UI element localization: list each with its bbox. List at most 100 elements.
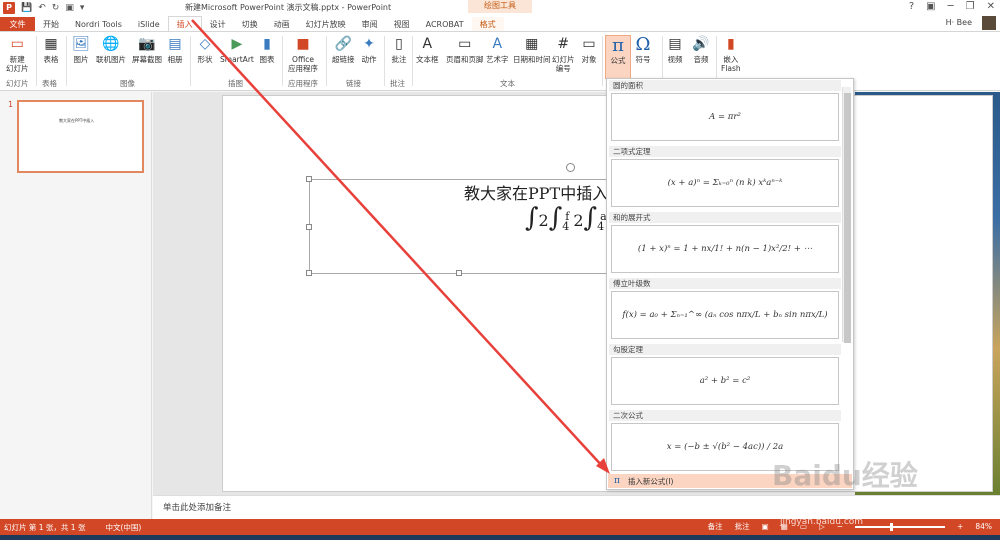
tab-review[interactable]: 审阅 <box>354 17 386 32</box>
insert-new-equation-label: 插入新公式(I) <box>627 476 674 486</box>
tab-animations[interactable]: 动画 <box>266 17 298 32</box>
save-icon[interactable]: 💾 <box>21 3 32 13</box>
tab-slideshow[interactable]: 幻灯片放映 <box>298 17 354 32</box>
scrollbar-thumb[interactable] <box>844 93 851 343</box>
rotate-handle[interactable] <box>566 163 575 172</box>
office-apps-icon: ■ <box>296 35 310 52</box>
picture-button[interactable]: 🖼 图片 <box>72 35 90 65</box>
omega-icon: Ω <box>635 33 651 55</box>
header-footer-button[interactable]: ▭ 页眉和页脚 <box>446 35 484 65</box>
wordart-button[interactable]: A 艺术字 <box>486 35 509 65</box>
gallery-scrollbar[interactable] <box>842 87 851 343</box>
pi-icon: π <box>614 476 620 486</box>
comment-button[interactable]: ▯ 批注 <box>390 35 408 65</box>
group-slides-label: 幻灯片 <box>6 79 29 88</box>
video-button[interactable]: ▤ 视频 <box>666 35 684 65</box>
screenshot-icon: 📷 <box>138 35 156 52</box>
avatar[interactable] <box>982 16 996 30</box>
datetime-button[interactable]: ▦ 日期和时间 <box>513 35 551 65</box>
new-slide-button[interactable]: ▭ 新建 幻灯片 <box>6 35 29 74</box>
table-icon: ▦ <box>44 35 58 52</box>
minimize-button[interactable]: ─ <box>948 1 954 12</box>
gallery-header-binomial: 二项式定理 <box>609 146 841 157</box>
symbol-button[interactable]: Ω 符号 <box>634 35 652 64</box>
equation-button[interactable]: π 公式 <box>605 35 631 79</box>
object-button[interactable]: ▭ 对象 <box>580 35 598 65</box>
customize-toolbar-icon[interactable]: ▾ <box>80 3 85 13</box>
tab-format[interactable]: 格式 <box>471 17 504 32</box>
tab-transitions[interactable]: 切换 <box>234 17 266 32</box>
chart-button[interactable]: ▮ 图表 <box>258 35 276 65</box>
smartart-button[interactable]: ▶ SmartArt <box>220 35 254 65</box>
shapes-icon: ◇ <box>199 35 211 52</box>
equation-expansion[interactable]: (1 + x)ⁿ = 1 + nx/1! + n(n − 1)x²/2! + ⋯ <box>611 225 839 273</box>
equation-binomial[interactable]: (x + a)ⁿ = Σₖ₌₀ⁿ (n k) xᵏaⁿ⁻ᵏ <box>611 159 839 207</box>
equation-gallery-dropdown: 圆的面积 A = πr² 二项式定理 (x + a)ⁿ = Σₖ₌₀ⁿ (n k… <box>606 78 854 490</box>
watermark-url: jingyan.baidu.com <box>780 517 864 527</box>
tab-acrobat[interactable]: ACROBAT <box>418 17 472 32</box>
shapes-button[interactable]: ◇ 形状 <box>196 35 214 65</box>
thumbnail-title: 教大家在PPT中插入 <box>59 118 95 123</box>
normal-view-icon[interactable]: ▣ <box>762 522 769 531</box>
baidu-watermark: Baidu经验 <box>772 459 918 492</box>
tab-insert[interactable]: 插入 <box>167 16 202 32</box>
notes-pane[interactable]: 单击此处添加备注 <box>153 495 1000 519</box>
zoom-in-button[interactable]: + <box>957 522 963 531</box>
undo-icon[interactable]: ↶ <box>38 3 46 13</box>
help-button[interactable]: ? <box>909 1 914 12</box>
tab-design[interactable]: 设计 <box>202 17 234 32</box>
audio-button[interactable]: 🔊 音频 <box>692 35 710 65</box>
resize-handle[interactable] <box>306 270 312 276</box>
slide-number-button[interactable]: # 幻灯片 编号 <box>552 35 575 74</box>
equation-fourier[interactable]: f(x) = a₀ + Σₙ₌₁^∞ (aₙ cos nπx/L + bₙ si… <box>611 291 839 339</box>
drawing-tools-context-label: 绘图工具 <box>468 0 532 13</box>
smartart-icon: ▶ <box>231 35 243 52</box>
start-from-beginning-icon[interactable]: ▣ <box>65 3 74 13</box>
screenshot-button[interactable]: 📷 屏幕截图 <box>132 35 162 65</box>
group-links-label: 链接 <box>346 79 361 88</box>
comments-toggle[interactable]: 批注 <box>735 521 750 532</box>
action-button[interactable]: ✦ 动作 <box>360 35 378 65</box>
language-status[interactable]: 中文(中国) <box>85 522 141 533</box>
tab-view[interactable]: 视图 <box>386 17 418 32</box>
user-name[interactable]: H· Bee <box>946 18 972 27</box>
chart-icon: ▮ <box>263 35 271 52</box>
embed-flash-button[interactable]: ▮ 嵌入 Flash <box>721 35 741 74</box>
slide-number-icon: # <box>557 35 570 52</box>
tab-islide[interactable]: iSlide <box>130 17 168 32</box>
tab-nordri-tools[interactable]: Nordri Tools <box>67 17 130 32</box>
action-icon: ✦ <box>363 35 375 52</box>
group-text-label: 文本 <box>500 79 515 88</box>
slide-thumbnail[interactable]: 教大家在PPT中插入 <box>17 100 144 173</box>
office-apps-button[interactable]: ■ Office 应用程序 <box>288 35 318 74</box>
textbox-button[interactable]: A 文本框 <box>416 35 439 65</box>
zoom-level[interactable]: 84% <box>975 522 992 531</box>
zoom-slider[interactable] <box>855 522 946 531</box>
album-icon: ▤ <box>168 35 182 52</box>
equation-pythagorean[interactable]: a² + b² = c² <box>611 357 839 405</box>
album-button[interactable]: ▤ 相册 <box>166 35 184 65</box>
hyperlink-button[interactable]: 🔗 超链接 <box>332 35 355 65</box>
resize-handle[interactable] <box>456 270 462 276</box>
title-bar: P 💾 ↶ ↻ ▣ ▾ 新建Microsoft PowerPoint 演示文稿.… <box>0 0 1000 15</box>
notes-toggle[interactable]: 备注 <box>708 521 723 532</box>
wordart-icon: A <box>492 35 503 52</box>
new-slide-icon: ▭ <box>10 35 24 52</box>
table-button[interactable]: ▦ 表格 <box>42 35 60 65</box>
powerpoint-logo-icon: P <box>3 1 15 14</box>
ribbon-display-options-icon[interactable]: ▣ <box>926 1 935 12</box>
group-illustrations-label: 插图 <box>228 79 243 88</box>
tab-file[interactable]: 文件 <box>0 17 35 32</box>
gallery-header-fourier: 傅立叶级数 <box>609 278 841 289</box>
group-tables-label: 表格 <box>42 79 57 88</box>
group-apps-label: 应用程序 <box>288 79 318 88</box>
online-picture-button[interactable]: 🌐 联机图片 <box>96 35 126 65</box>
close-button[interactable]: ✕ <box>987 1 995 12</box>
hyperlink-icon: 🔗 <box>334 35 352 52</box>
equation-circle-area[interactable]: A = πr² <box>611 93 839 141</box>
tab-home[interactable]: 开始 <box>35 17 67 32</box>
restore-button[interactable]: ❐ <box>966 1 975 12</box>
resize-handle[interactable] <box>306 176 312 182</box>
resize-handle[interactable] <box>306 224 312 230</box>
redo-icon[interactable]: ↻ <box>52 3 60 13</box>
